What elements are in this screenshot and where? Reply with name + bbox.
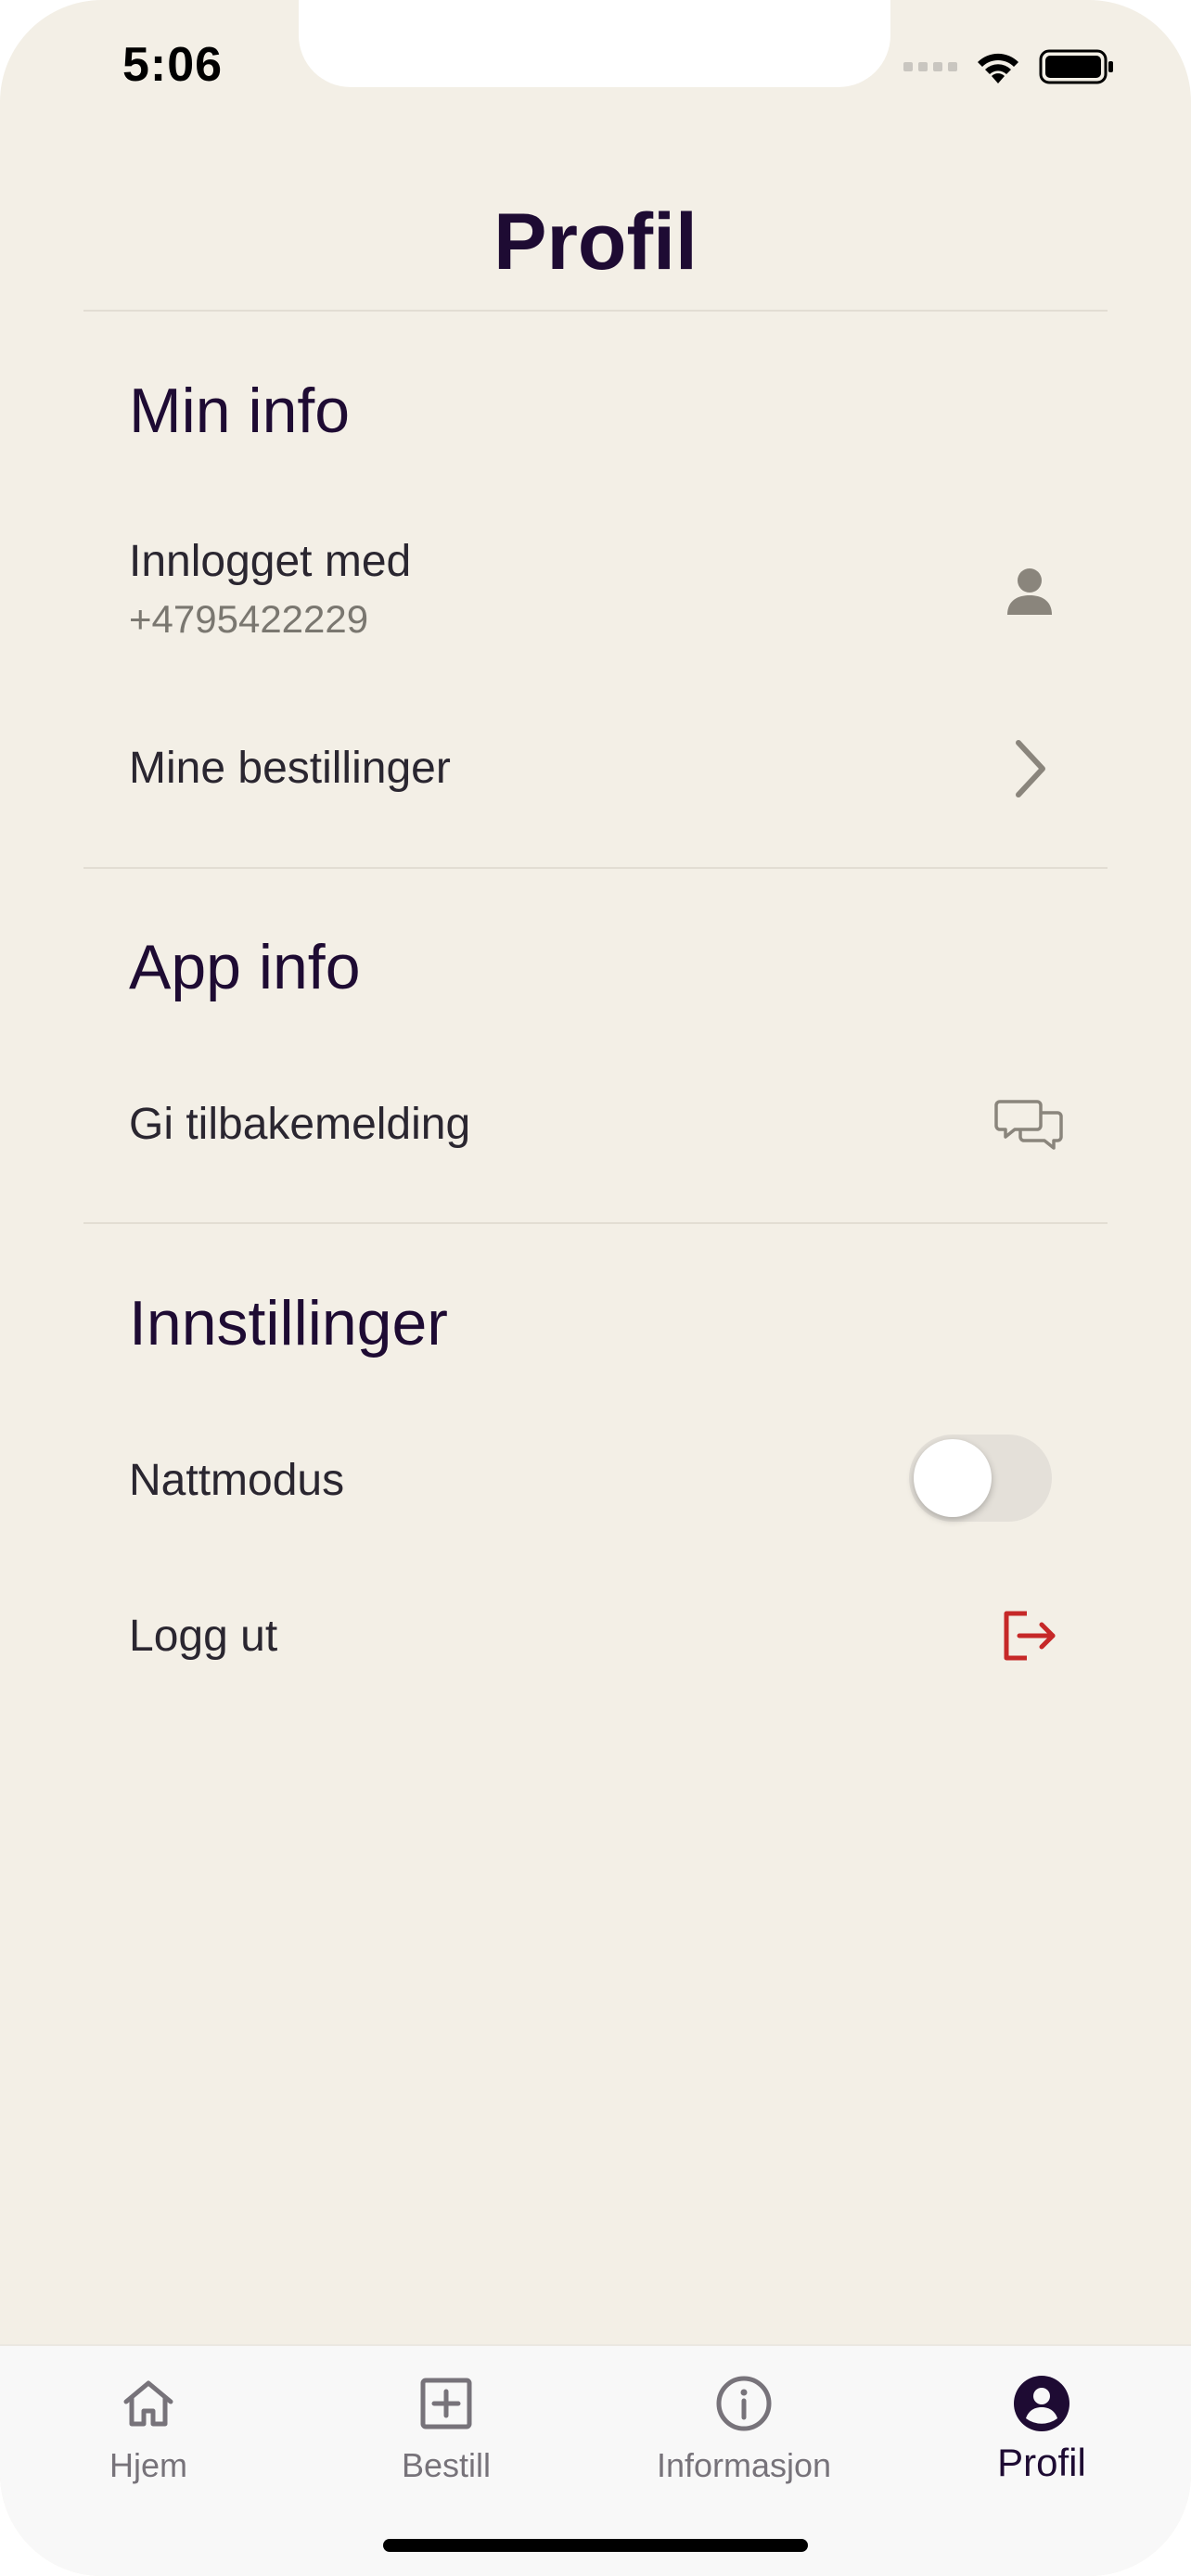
notch: [299, 0, 890, 87]
night-mode-toggle[interactable]: [909, 1435, 1052, 1522]
toggle-knob: [914, 1439, 992, 1517]
section-title-min-info: Min info: [129, 376, 351, 446]
info-icon[interactable]: [715, 2375, 773, 2432]
chevron-right-icon[interactable]: [1002, 736, 1057, 801]
nav-label-information[interactable]: Informasjon: [596, 2446, 892, 2485]
nav-item-order[interactable]: Bestill: [298, 2368, 595, 2485]
nav-item-profile[interactable]: Profil: [893, 2368, 1190, 2485]
section-title-settings: Innstillinger: [129, 1288, 448, 1358]
nav-item-information[interactable]: Informasjon: [596, 2368, 892, 2485]
divider: [83, 1222, 1108, 1224]
section-title-app-info: App info: [129, 932, 361, 1002]
nav-label-home[interactable]: Hjem: [0, 2446, 297, 2485]
profile-icon[interactable]: [1013, 2375, 1070, 2432]
nav-item-home[interactable]: Hjem: [0, 2368, 297, 2485]
page-title: Profil: [493, 198, 698, 287]
home-icon[interactable]: [121, 2378, 176, 2429]
person-icon: [1002, 564, 1057, 619]
logout-icon[interactable]: [996, 1606, 1061, 1665]
plus-square-icon[interactable]: [419, 2377, 473, 2430]
home-indicator[interactable]: [383, 2539, 808, 2552]
nav-label-order[interactable]: Bestill: [298, 2446, 595, 2485]
cellular-signal-icon: [903, 62, 957, 71]
my-orders-label[interactable]: Mine bestillinger: [129, 743, 451, 794]
status-time: 5:06: [122, 38, 224, 92]
divider: [83, 310, 1108, 312]
profile-screen: 5:06 Profil Min info Innlogget med +4795…: [0, 0, 1191, 2576]
night-mode-label: Nattmodus: [129, 1456, 345, 1505]
logout-label[interactable]: Logg ut: [129, 1611, 277, 1662]
status-icons: [903, 41, 1115, 93]
nav-label-profile[interactable]: Profil: [893, 2441, 1190, 2485]
wifi-icon: [978, 53, 1018, 83]
chat-bubbles-icon[interactable]: [992, 1092, 1067, 1157]
feedback-label[interactable]: Gi tilbakemelding: [129, 1099, 470, 1150]
divider: [83, 867, 1108, 869]
logged-in-label: Innlogget med: [129, 537, 412, 586]
battery-icon: [1039, 49, 1113, 84]
logged-in-phone: +4795422229: [129, 597, 369, 641]
